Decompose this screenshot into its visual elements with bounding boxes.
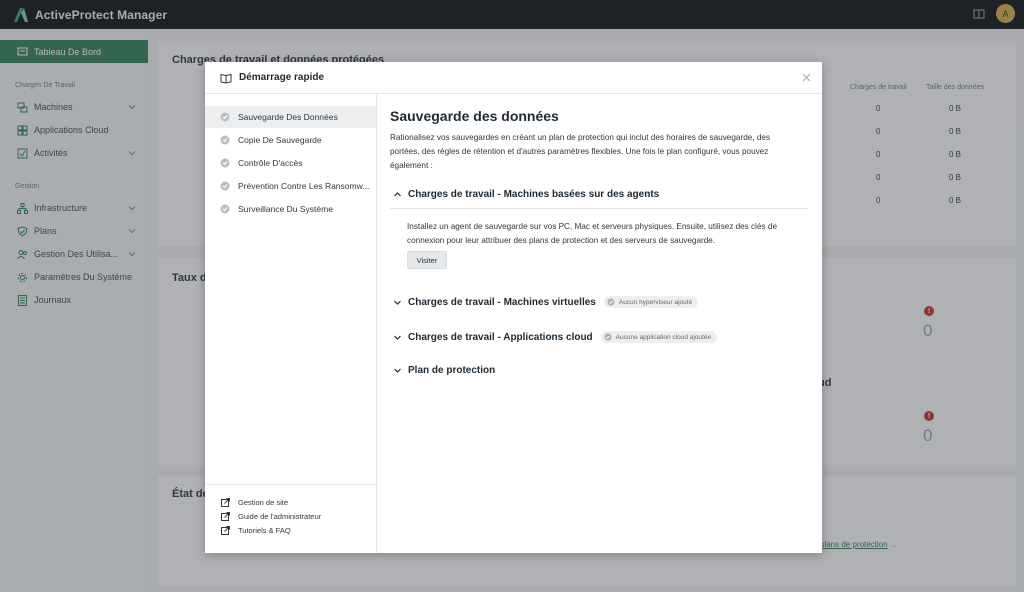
status-badge: Aucun hyperviseur ajouté xyxy=(603,296,699,308)
step-access-control[interactable]: Contrôle D'accès xyxy=(205,152,376,174)
accordion-agent-machines[interactable]: Charges de travail - Machines basées sur… xyxy=(393,189,659,200)
accordion-divider xyxy=(390,208,808,209)
modal-footer-links: Gestion de site Guide de l'administrateu… xyxy=(205,484,376,553)
check-circle-icon xyxy=(607,298,615,306)
check-circle-icon xyxy=(220,204,230,214)
modal-title: Démarrage rapide xyxy=(239,72,325,83)
chevron-down-icon xyxy=(394,300,401,305)
step-monitoring[interactable]: Surveillance Du Système xyxy=(205,198,376,220)
link-site-management[interactable]: Gestion de site xyxy=(221,498,288,507)
accordion-protection-plan[interactable]: Plan de protection xyxy=(393,365,495,376)
chevron-down-icon xyxy=(394,335,401,340)
external-link-icon xyxy=(221,526,230,535)
chevron-up-icon xyxy=(394,192,401,197)
close-icon[interactable] xyxy=(802,73,811,82)
accordion-cloud-apps[interactable]: Charges de travail - Applications cloud … xyxy=(393,331,718,343)
step-ransomware[interactable]: Prévention Contre Les Ransomw... xyxy=(205,175,376,197)
status-badge: Aucune application cloud ajoutée xyxy=(600,331,718,343)
modal-header: Démarrage rapide xyxy=(205,62,822,94)
book-icon xyxy=(220,73,232,84)
content-description: Rationalisez vos sauvegardes en créant u… xyxy=(390,133,771,170)
accordion-virtual-machines[interactable]: Charges de travail - Machines virtuelles… xyxy=(393,296,699,308)
external-link-icon xyxy=(221,512,230,521)
link-admin-guide[interactable]: Guide de l'administrateur xyxy=(221,512,321,521)
link-tutorials-faq[interactable]: Tutoriels & FAQ xyxy=(221,526,291,535)
check-circle-icon xyxy=(220,181,230,191)
step-backup[interactable]: Sauvegarde Des Données xyxy=(205,106,376,128)
check-circle-icon xyxy=(220,158,230,168)
accordion-body: Installez un agent de sauvegarde sur vos… xyxy=(407,222,777,245)
chevron-down-icon xyxy=(394,368,401,373)
check-circle-icon xyxy=(220,135,230,145)
modal-step-list: Sauvegarde Des Données Copie De Sauvegar… xyxy=(205,94,377,553)
quick-start-modal: Démarrage rapide Sauvegarde Des Données … xyxy=(205,62,822,553)
external-link-icon xyxy=(221,498,230,507)
check-circle-icon xyxy=(220,112,230,122)
visit-button[interactable]: Visiter xyxy=(407,251,447,269)
step-backup-copy[interactable]: Copie De Sauvegarde xyxy=(205,129,376,151)
check-circle-icon xyxy=(604,333,612,341)
content-title: Sauvegarde des données xyxy=(390,108,559,124)
